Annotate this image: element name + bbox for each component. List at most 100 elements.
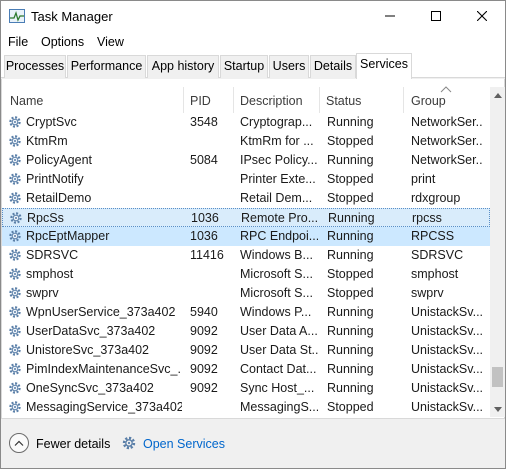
service-group: NetworkSer... xyxy=(411,115,483,129)
sort-ascending-icon xyxy=(440,86,452,93)
services-gear-icon xyxy=(122,436,136,450)
menu-view[interactable]: View xyxy=(97,35,124,49)
table-row[interactable]: swprv Microsoft S... Stopped swprv xyxy=(2,284,490,303)
service-name: UserDataSvc_373a402 xyxy=(26,324,156,338)
service-pid: 5084 xyxy=(190,153,218,167)
fewer-details-toggle[interactable] xyxy=(9,433,29,453)
fewer-details-link[interactable]: Fewer details xyxy=(36,437,110,451)
service-status: Running xyxy=(327,362,374,376)
table-row[interactable]: PimIndexMaintenanceSvc_... 9092 Contact Da… xyxy=(2,360,490,379)
footer: Fewer details Open Services xyxy=(1,419,505,468)
service-status: Stopped xyxy=(327,267,374,281)
table-row[interactable]: CryptSvc 3548 Cryptograp... Running NetworkS… xyxy=(2,113,490,132)
service-pid: 9092 xyxy=(190,343,218,357)
service-name: SDRSVC xyxy=(26,248,79,262)
scroll-down-arrow-icon xyxy=(493,406,502,412)
scroll-thumb[interactable] xyxy=(492,367,503,387)
service-description: User Data A... xyxy=(240,324,318,338)
service-group: UnistackSv... xyxy=(411,343,483,357)
minimize-icon xyxy=(385,15,395,17)
service-description: RPC Endpoi... xyxy=(240,229,318,243)
tab-startup[interactable]: Startup xyxy=(220,55,268,78)
table-row[interactable]: RpcEptMapper 1036 RPC Endpoi... Running RPCS… xyxy=(2,227,490,246)
table-row[interactable]: RpcSs 1036 Remote Pro... Running rpcss xyxy=(2,208,490,227)
menu-options[interactable]: Options xyxy=(41,35,84,49)
menu-bar: File Options View xyxy=(1,31,505,53)
minimize-button[interactable] xyxy=(367,1,413,31)
title-bar[interactable]: Task Manager xyxy=(1,1,505,31)
column-header-pid[interactable]: PID xyxy=(184,87,234,113)
service-status: Stopped xyxy=(327,134,374,148)
table-row[interactable]: PrintNotify Printer Exte... Stopped print xyxy=(2,170,490,189)
service-pid: 9092 xyxy=(190,381,218,395)
table-row[interactable]: UserDataSvc_373a402 9092 User Data A... Run… xyxy=(2,322,490,341)
tab-app-history[interactable]: App history xyxy=(147,55,219,78)
table-row[interactable]: smphost Microsoft S... Stopped smphost xyxy=(2,265,490,284)
service-status: Running xyxy=(327,305,374,319)
table-row[interactable]: UnistoreSvc_373a402 9092 User Data St... Ru… xyxy=(2,341,490,360)
service-name: KtmRm xyxy=(26,134,68,148)
service-name: RpcEptMapper xyxy=(26,229,110,243)
task-manager-icon xyxy=(9,9,25,23)
service-name: PimIndexMaintenanceSvc_... xyxy=(26,362,182,376)
table-row[interactable]: KtmRm KtmRm for ... Stopped NetworkSer... xyxy=(2,132,490,151)
service-group: NetworkSer... xyxy=(411,153,483,167)
service-group: UnistackSv... xyxy=(411,305,483,319)
column-header-name[interactable]: Name xyxy=(2,87,184,113)
table-row[interactable]: MessagingService_373a402 MessagingS... Sto… xyxy=(2,398,490,417)
service-group: SDRSVC xyxy=(411,248,464,262)
table-row[interactable]: RetailDemo Retail Dem... Stopped rdxgroup xyxy=(2,189,490,208)
service-description: Contact Dat... xyxy=(240,362,317,376)
tab-details[interactable]: Details xyxy=(310,55,356,78)
service-group: RPCSS xyxy=(411,229,455,243)
service-description: MessagingS... xyxy=(240,400,318,414)
service-description: Cryptograp... xyxy=(240,115,313,129)
table-row[interactable]: PolicyAgent 5084 IPsec Policy... Running Net… xyxy=(2,151,490,170)
vertical-scrollbar[interactable] xyxy=(490,87,505,417)
service-status: Running xyxy=(327,248,374,262)
service-description: KtmRm for ... xyxy=(240,134,314,148)
table-row[interactable]: SDRSVC 11416 Windows B... Running SDRSVC xyxy=(2,246,490,265)
close-icon xyxy=(477,11,487,21)
gear-icon xyxy=(9,344,21,356)
services-panel: Name PID Description Status Group CryptS… xyxy=(1,79,505,419)
gear-icon xyxy=(9,268,21,280)
gear-icon xyxy=(9,363,21,375)
service-status: Stopped xyxy=(327,191,374,205)
table-row[interactable]: OneSyncSvc_373a402 9092 Sync Host_... Runni… xyxy=(2,379,490,398)
scroll-up-button[interactable] xyxy=(490,87,505,103)
service-name: RpcSs xyxy=(27,211,64,225)
gear-icon xyxy=(9,401,21,413)
close-button[interactable] xyxy=(459,1,505,31)
open-services-link[interactable]: Open Services xyxy=(143,437,225,451)
service-status: Running xyxy=(327,324,374,338)
service-status: Running xyxy=(327,229,374,243)
service-status: Stopped xyxy=(327,400,374,414)
scroll-down-button[interactable] xyxy=(490,401,505,417)
column-header-status[interactable]: Status xyxy=(320,87,404,113)
service-name: MessagingService_373a402 xyxy=(26,400,182,414)
maximize-button[interactable] xyxy=(413,1,459,31)
gear-icon xyxy=(9,325,21,337)
table-row[interactable]: WpnUserService_373a402 5940 Windows P... Ru… xyxy=(2,303,490,322)
tab-users[interactable]: Users xyxy=(269,55,309,78)
menu-file[interactable]: File xyxy=(8,35,28,49)
service-group: UnistackSv... xyxy=(411,381,483,395)
tab-services[interactable]: Services xyxy=(356,53,412,79)
service-name: smphost xyxy=(26,267,74,281)
tab-performance[interactable]: Performance xyxy=(67,55,146,78)
column-header-description[interactable]: Description xyxy=(234,87,320,113)
tab-processes[interactable]: Processes xyxy=(4,55,66,78)
gear-icon xyxy=(9,249,21,261)
service-pid: 1036 xyxy=(191,211,219,225)
service-description: Sync Host_... xyxy=(240,381,315,395)
service-group: print xyxy=(411,172,436,186)
service-group: smphost xyxy=(411,267,459,281)
service-status: Stopped xyxy=(327,172,374,186)
services-list: CryptSvc 3548 Cryptograp... Running NetworkS… xyxy=(2,113,490,419)
gear-icon xyxy=(9,192,21,204)
service-description: Microsoft S... xyxy=(240,286,313,300)
gear-icon xyxy=(9,173,21,185)
service-pid: 9092 xyxy=(190,362,218,376)
window-title: Task Manager xyxy=(31,9,113,24)
